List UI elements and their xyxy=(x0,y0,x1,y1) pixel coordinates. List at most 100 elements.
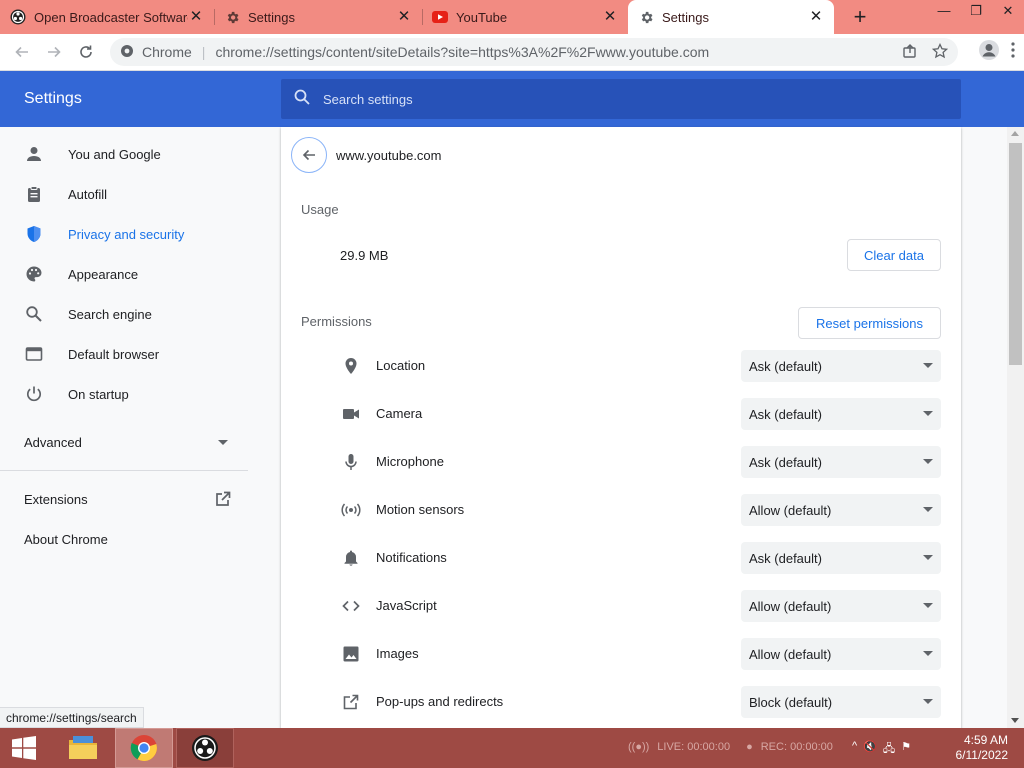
minimize-icon[interactable]: — xyxy=(928,0,960,26)
close-icon[interactable]: ✕ xyxy=(602,9,618,25)
palette-icon xyxy=(24,264,44,284)
chrome-logo-icon xyxy=(130,735,157,762)
obs-rec-timer: REC: 00:00:00 xyxy=(760,741,833,753)
dropdown-arrow-icon xyxy=(923,363,933,368)
permission-row-images: Images Allow (default) xyxy=(281,630,961,678)
about-label: About Chrome xyxy=(24,531,108,547)
permission-label: JavaScript xyxy=(376,598,437,613)
popups-select[interactable]: Block (default) xyxy=(741,686,941,718)
sidebar-item-extensions[interactable]: Extensions xyxy=(0,479,248,519)
page-scrollbar[interactable] xyxy=(1007,127,1024,728)
url-text[interactable]: chrome://settings/content/siteDetails?si… xyxy=(215,44,902,60)
camera-select[interactable]: Ask (default) xyxy=(741,398,941,430)
volume-muted-icon[interactable]: 🔇 xyxy=(863,740,877,759)
dropdown-arrow-icon xyxy=(923,459,933,464)
location-pin-icon xyxy=(341,356,361,376)
tab-title: YouTube xyxy=(456,9,508,25)
taskbar-clock[interactable]: 4:59 AM 6/11/2022 xyxy=(956,733,1009,763)
dropdown-arrow-icon xyxy=(923,411,933,416)
back-button[interactable] xyxy=(291,137,327,173)
windows-logo-icon xyxy=(12,736,36,760)
javascript-select[interactable]: Allow (default) xyxy=(741,590,941,622)
close-icon[interactable]: ✕ xyxy=(396,9,412,25)
record-dot-icon: ● xyxy=(746,741,753,753)
reset-permissions-button[interactable]: Reset permissions xyxy=(798,307,941,339)
search-icon xyxy=(24,304,44,324)
permissions-heading: Permissions xyxy=(301,314,372,329)
permission-row-motion-sensors: Motion sensors Allow (default) xyxy=(281,486,961,534)
share-icon[interactable] xyxy=(902,43,918,62)
obs-taskbar-button[interactable] xyxy=(176,728,234,768)
bell-icon xyxy=(341,548,361,568)
shield-icon xyxy=(24,224,44,244)
microphone-select[interactable]: Ask (default) xyxy=(741,446,941,478)
sidebar-item-default-browser[interactable]: Default browser xyxy=(0,334,250,374)
tab-title: Settings xyxy=(662,9,709,25)
select-value: Ask (default) xyxy=(749,406,822,422)
forward-arrow-icon[interactable] xyxy=(38,36,70,68)
power-icon xyxy=(24,384,44,404)
tab-obs[interactable]: Open Broadcaster Software ✕ xyxy=(0,0,214,34)
scroll-down-arrow-icon[interactable] xyxy=(1011,718,1019,723)
scrollbar-thumb[interactable] xyxy=(1009,143,1022,365)
notifications-select[interactable]: Ask (default) xyxy=(741,542,941,574)
permission-label: Microphone xyxy=(376,454,444,469)
search-icon xyxy=(293,88,311,111)
address-bar[interactable]: Chrome | chrome://settings/content/siteD… xyxy=(110,38,958,66)
chrome-taskbar-button[interactable] xyxy=(115,728,173,768)
sidebar-item-search-engine[interactable]: Search engine xyxy=(0,294,250,334)
file-explorer-button[interactable] xyxy=(54,728,112,768)
sidebar-item-about-chrome[interactable]: About Chrome xyxy=(0,519,250,559)
sidebar-item-label: On startup xyxy=(68,386,129,402)
permission-row-microphone: Microphone Ask (default) xyxy=(281,438,961,486)
permission-row-camera: Camera Ask (default) xyxy=(281,390,961,438)
action-center-icon[interactable]: ⚑ xyxy=(901,740,911,759)
reload-icon[interactable] xyxy=(70,36,102,68)
omnibox-separator: | xyxy=(201,44,206,60)
scroll-up-arrow-icon[interactable] xyxy=(1011,131,1019,136)
close-window-icon[interactable]: ✕ xyxy=(992,0,1024,26)
camera-icon xyxy=(341,404,361,424)
restore-icon[interactable]: ❐ xyxy=(960,0,992,26)
sidebar-item-appearance[interactable]: Appearance xyxy=(0,254,250,294)
sidebar-item-on-startup[interactable]: On startup xyxy=(0,374,250,414)
start-button[interactable] xyxy=(0,728,48,768)
open-in-new-icon xyxy=(214,490,232,511)
tab-youtube[interactable]: YouTube ✕ xyxy=(422,0,628,34)
sidebar-item-autofill[interactable]: Autofill xyxy=(0,174,250,214)
close-icon[interactable]: ✕ xyxy=(808,9,824,25)
motion-sensors-select[interactable]: Allow (default) xyxy=(741,494,941,526)
search-settings-input[interactable]: Search settings xyxy=(281,79,961,119)
sidebar: You and Google Autofill Privacy and secu… xyxy=(0,127,260,728)
page-title: Settings xyxy=(24,90,82,107)
search-placeholder: Search settings xyxy=(323,91,413,107)
image-icon xyxy=(341,644,361,664)
omnibox-chrome-label: Chrome xyxy=(142,44,192,60)
sidebar-item-you-and-google[interactable]: You and Google xyxy=(0,134,250,174)
profile-avatar-icon[interactable] xyxy=(978,39,1000,66)
browser-toolbar: Chrome | chrome://settings/content/siteD… xyxy=(0,34,1024,71)
clipboard-icon xyxy=(24,184,44,204)
network-icon[interactable]: 🖧 xyxy=(883,740,895,759)
images-select[interactable]: Allow (default) xyxy=(741,638,941,670)
sidebar-item-privacy-and-security[interactable]: Privacy and security xyxy=(0,214,250,254)
back-arrow-icon[interactable] xyxy=(6,36,38,68)
extensions-label: Extensions xyxy=(24,491,88,507)
tray-chevron-icon[interactable]: ^ xyxy=(852,740,857,759)
sidebar-advanced-toggle[interactable]: Advanced xyxy=(0,422,248,462)
close-icon[interactable]: ✕ xyxy=(188,9,204,25)
more-menu-icon[interactable] xyxy=(1010,41,1016,64)
clear-data-button[interactable]: Clear data xyxy=(847,239,941,271)
tab-settings-1[interactable]: Settings ✕ xyxy=(214,0,422,34)
sidebar-item-label: Autofill xyxy=(68,186,108,202)
location-select[interactable]: Ask (default) xyxy=(741,350,941,382)
new-tab-button[interactable]: + xyxy=(846,0,874,34)
sidebar-divider xyxy=(0,470,248,471)
folder-icon xyxy=(69,736,97,759)
bookmark-star-icon[interactable] xyxy=(931,42,949,62)
obs-live-timer: LIVE: 00:00:00 xyxy=(657,741,731,753)
tab-settings-active[interactable]: Settings ✕ xyxy=(628,0,834,34)
select-value: Ask (default) xyxy=(749,550,822,566)
gear-icon xyxy=(224,9,240,25)
open-in-new-icon xyxy=(341,692,361,712)
